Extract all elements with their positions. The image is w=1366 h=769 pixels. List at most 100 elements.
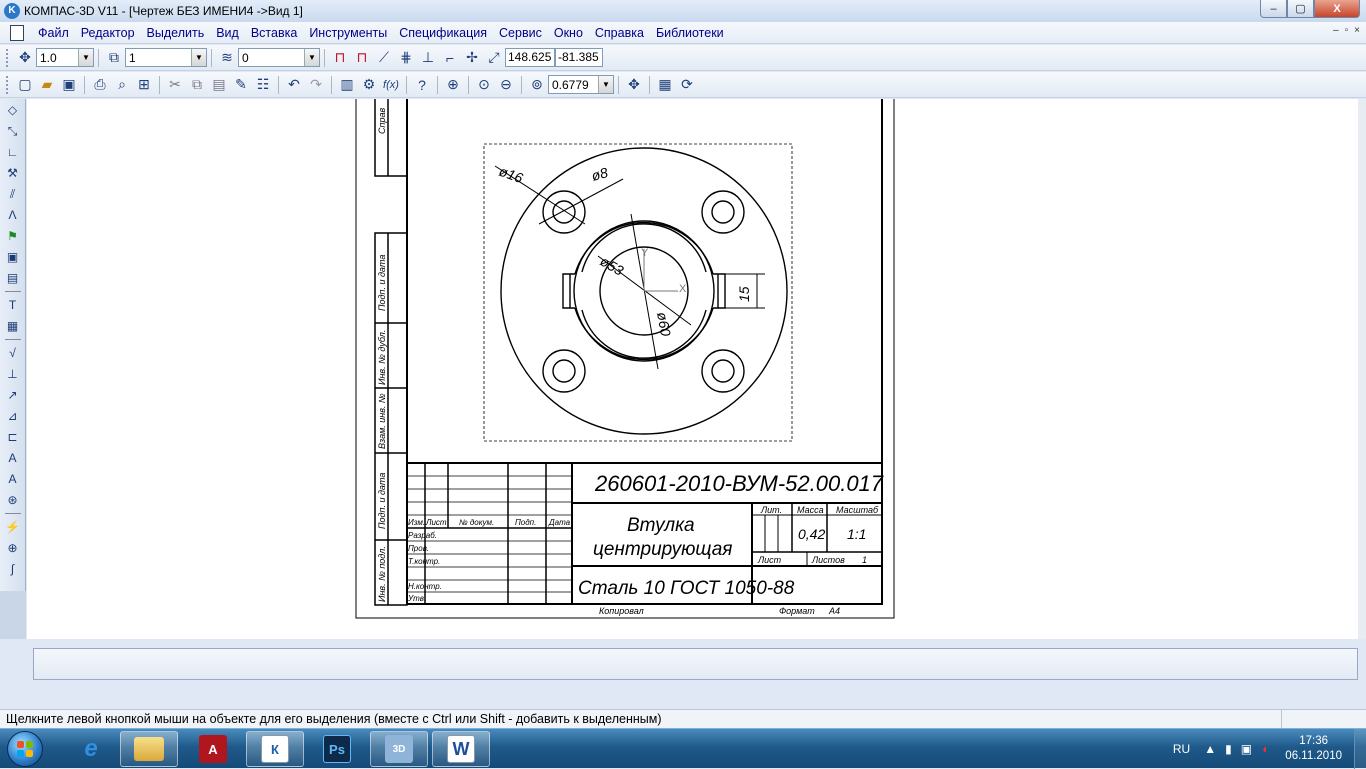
- chevron-down-icon[interactable]: ▼: [304, 49, 319, 66]
- property-panel-field[interactable]: [33, 648, 1358, 680]
- new-document-icon[interactable]: ▢: [14, 75, 36, 95]
- menu-service[interactable]: Сервис: [493, 26, 548, 40]
- refresh-icon[interactable]: ▦: [654, 75, 676, 95]
- style-combo[interactable]: 0 ▼: [238, 48, 320, 67]
- show-desktop-button[interactable]: [1354, 729, 1366, 769]
- mdi-restore-button[interactable]: ▫: [1345, 25, 1349, 36]
- zoom-in-icon[interactable]: ⊕: [442, 75, 464, 95]
- copy-icon[interactable]: ⧉: [186, 75, 208, 95]
- wave-icon[interactable]: ⊛: [4, 491, 22, 509]
- clock[interactable]: 17:36 06.11.2010: [1285, 734, 1342, 764]
- mdi-minimize-button[interactable]: –: [1333, 25, 1339, 36]
- close-button[interactable]: X: [1314, 0, 1360, 18]
- drawing-canvas[interactable]: Справ Подп. и дата Инв. № дубл. Взам. ин…: [27, 99, 1358, 639]
- select-icon[interactable]: ⚑: [4, 227, 22, 245]
- language-indicator[interactable]: RU: [1173, 742, 1190, 756]
- menu-libraries[interactable]: Библиотеки: [650, 26, 730, 40]
- zoom-fit-icon[interactable]: ⊚: [526, 75, 548, 95]
- chevron-down-icon[interactable]: ▼: [78, 49, 93, 66]
- volume-icon[interactable]: ◖: [1261, 742, 1268, 756]
- edit-icon[interactable]: ⚒: [4, 164, 22, 182]
- menu-window[interactable]: Окно: [548, 26, 589, 40]
- menu-editor[interactable]: Редактор: [75, 26, 141, 40]
- dimensions-icon[interactable]: ⤡: [4, 122, 22, 140]
- redo-icon[interactable]: ↷: [305, 75, 327, 95]
- tray-expand-icon[interactable]: ▲: [1204, 742, 1216, 756]
- kompas-app-icon[interactable]: K: [4, 3, 20, 19]
- layer-combo[interactable]: 1 ▼: [125, 48, 207, 67]
- document-icon[interactable]: [10, 24, 24, 41]
- local-snap-icon[interactable]: ⊓: [351, 48, 373, 68]
- coordinate-system-icon[interactable]: ⊥: [417, 48, 439, 68]
- wavy-line-icon[interactable]: ∫: [4, 560, 22, 578]
- view-arrow-icon[interactable]: A: [4, 470, 22, 488]
- menu-specification[interactable]: Спецификация: [393, 26, 493, 40]
- taskbar-photoshop[interactable]: Ps: [308, 731, 366, 767]
- taskbar-kompas[interactable]: К: [246, 731, 304, 767]
- chevron-down-icon[interactable]: ▼: [191, 49, 206, 66]
- panel-scroll[interactable]: [0, 591, 26, 639]
- menu-file[interactable]: Файл: [32, 26, 75, 40]
- mdi-close-button[interactable]: ×: [1354, 25, 1360, 36]
- associative-views-icon[interactable]: ▣: [4, 248, 22, 266]
- grid-icon[interactable]: ⋕: [395, 48, 417, 68]
- toolbar-grip[interactable]: [6, 75, 10, 94]
- measure-icon[interactable]: Λ: [4, 206, 22, 224]
- text-icon[interactable]: T: [4, 296, 22, 314]
- minimize-button[interactable]: –: [1260, 0, 1287, 18]
- format-brush-icon[interactable]: ✎: [230, 75, 252, 95]
- vertical-scrollbar[interactable]: [1358, 99, 1366, 639]
- print-icon[interactable]: ⎙: [89, 75, 111, 95]
- paste-icon[interactable]: ▤: [208, 75, 230, 95]
- menu-tools[interactable]: Инструменты: [303, 26, 393, 40]
- menu-insert[interactable]: Вставка: [245, 26, 303, 40]
- redraw-icon[interactable]: ⟳: [676, 75, 698, 95]
- tree-icon[interactable]: ▥: [336, 75, 358, 95]
- print-preview-icon[interactable]: ⌕: [111, 75, 133, 95]
- layer-icon[interactable]: ⧉: [103, 48, 125, 68]
- lightning-icon[interactable]: ⚡: [4, 518, 22, 536]
- taskbar-kompas-3d[interactable]: 3D: [370, 731, 428, 767]
- cut-line-icon[interactable]: A: [4, 449, 22, 467]
- menu-select[interactable]: Выделить: [141, 26, 211, 40]
- step-cursor-icon[interactable]: ✥: [14, 48, 36, 68]
- menu-help[interactable]: Справка: [589, 26, 650, 40]
- pan-icon[interactable]: ✥: [623, 75, 645, 95]
- zoom-window-icon[interactable]: ⊙: [473, 75, 495, 95]
- properties-icon[interactable]: ☷: [252, 75, 274, 95]
- specification-icon[interactable]: ▤: [4, 269, 22, 287]
- cut-icon[interactable]: ✂: [164, 75, 186, 95]
- position-icon[interactable]: ⊿: [4, 407, 22, 425]
- library-icon[interactable]: ⚙: [358, 75, 380, 95]
- taskbar-internet-explorer[interactable]: e: [62, 731, 120, 767]
- round-icon[interactable]: ✢: [461, 48, 483, 68]
- base-icon[interactable]: ⊥: [4, 365, 22, 383]
- geometry-icon[interactable]: ◇: [4, 101, 22, 119]
- roughness-icon[interactable]: √: [4, 344, 22, 362]
- ortho-icon[interactable]: ⟋: [373, 48, 395, 68]
- table-icon[interactable]: ▦: [4, 317, 22, 335]
- save-icon[interactable]: ▣: [58, 75, 80, 95]
- ortho-mode-icon[interactable]: ⌐: [439, 48, 461, 68]
- snap-magnet-icon[interactable]: ⊓: [329, 48, 351, 68]
- variables-icon[interactable]: f(x): [380, 75, 402, 95]
- menu-view[interactable]: Вид: [210, 26, 245, 40]
- leader-icon[interactable]: ↗: [4, 386, 22, 404]
- tolerance-icon[interactable]: ⊏: [4, 428, 22, 446]
- manager-icon[interactable]: ⊞: [133, 75, 155, 95]
- center-mark-icon[interactable]: ⊕: [4, 539, 22, 557]
- coord-y-field[interactable]: -81.385: [555, 48, 603, 67]
- coord-x-field[interactable]: 148.625: [505, 48, 555, 67]
- zoom-out-icon[interactable]: ⊖: [495, 75, 517, 95]
- taskbar-acrobat[interactable]: A: [184, 731, 242, 767]
- maximize-button[interactable]: ▢: [1287, 0, 1314, 18]
- taskbar-file-explorer[interactable]: [120, 731, 178, 767]
- toolbar-grip[interactable]: [6, 48, 10, 67]
- network-icon[interactable]: ▣: [1241, 742, 1252, 756]
- designations-icon[interactable]: ∟: [4, 143, 22, 161]
- chevron-down-icon[interactable]: ▼: [598, 76, 613, 93]
- signal-icon[interactable]: ▮: [1225, 742, 1232, 756]
- open-folder-icon[interactable]: ▰: [36, 75, 58, 95]
- start-button[interactable]: [3, 729, 47, 769]
- zoom-combo[interactable]: 0.6779 ▼: [548, 75, 614, 94]
